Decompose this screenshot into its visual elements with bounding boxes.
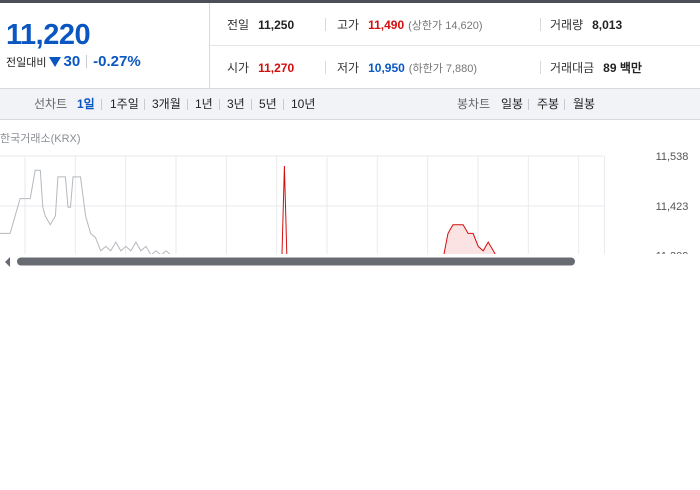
tab-1-day[interactable]: 1일 <box>77 89 95 119</box>
open-label: 시가 <box>227 61 250 75</box>
low-price: 저가 10,950 (하한가 7,880) <box>337 46 477 89</box>
divider <box>540 18 541 31</box>
y-tick-label: 11,423 <box>656 201 689 213</box>
volume-label: 거래량 <box>550 18 584 32</box>
divider <box>564 99 565 110</box>
candle-chart-label: 봉차트 <box>457 97 491 111</box>
volume-value: 8,013 <box>592 17 623 32</box>
open-value: 11,270 <box>258 60 295 75</box>
divider <box>144 99 145 110</box>
high-value: 11,490 <box>368 17 405 32</box>
tab-1-week[interactable]: 1주일 <box>110 89 139 119</box>
price-series-line <box>281 165 288 254</box>
amount-label: 거래대금 <box>550 61 595 75</box>
amount-value: 89 백만 <box>603 61 642 75</box>
tab-monthly-candle[interactable]: 월봉 <box>573 89 595 119</box>
divider <box>86 55 88 68</box>
high-price: 고가 11,490 (상한가 14,620) <box>337 3 483 46</box>
change-label: 전일대비 <box>6 56 47 69</box>
change-line: 전일대비 30 -0.27% <box>6 53 141 70</box>
upper-limit: (상한가 14,620) <box>408 19 483 32</box>
prev-close: 전일 11,250 <box>227 3 294 46</box>
change-rate: -0.27% <box>93 53 141 70</box>
line-chart-label: 선차트 <box>34 97 68 111</box>
tab-3-months[interactable]: 3개월 <box>152 89 181 119</box>
tab-10-years[interactable]: 10년 <box>291 89 315 119</box>
tab-5-years[interactable]: 5년 <box>259 89 277 119</box>
divider <box>187 99 188 110</box>
down-arrow-icon <box>49 56 62 67</box>
divider <box>540 61 541 74</box>
divider <box>219 99 220 110</box>
quote-panel: 11,220 전일대비 30 -0.27% 전일 11,250 고가 11,49… <box>0 3 700 89</box>
quote-details: 전일 11,250 고가 11,490 (상한가 14,620) 거래량 8,0… <box>210 3 700 89</box>
tab-weekly-candle[interactable]: 주봉 <box>537 89 559 119</box>
divider <box>101 99 102 110</box>
low-label: 저가 <box>337 61 360 75</box>
tab-1-year[interactable]: 1년 <box>195 89 213 119</box>
prev-close-label: 전일 <box>227 18 250 32</box>
prev-close-value: 11,250 <box>258 17 295 32</box>
quote-row-2: 시가 11,270 저가 10,950 (하한가 7,880) 거래대금 89 … <box>210 46 700 89</box>
price-summary: 11,220 전일대비 30 -0.27% <box>0 3 210 89</box>
chart-tabs: 선차트 1일 1주일 3개월 1년 3년 5년 10년 봉차트 일봉 주봉 월봉 <box>0 89 700 120</box>
divider <box>251 99 252 110</box>
chart-grid <box>0 155 605 257</box>
lower-limit: (하한가 7,880) <box>408 62 478 75</box>
tab-3-years[interactable]: 3년 <box>227 89 245 119</box>
volume: 거래량 8,013 <box>550 3 622 46</box>
divider <box>283 99 284 110</box>
divider <box>528 99 529 110</box>
scrollbar-thumb[interactable] <box>17 257 575 266</box>
change-value: 30 <box>63 53 81 70</box>
y-axis-ticks: 11,53811,42311,309 <box>656 151 689 263</box>
price-series-line <box>0 169 171 254</box>
open-price: 시가 11,270 <box>227 46 294 89</box>
divider <box>325 61 326 74</box>
low-value: 10,950 <box>368 60 405 75</box>
tab-daily-candle[interactable]: 일봉 <box>501 89 523 119</box>
y-tick-label: 11,538 <box>656 151 689 163</box>
high-label: 고가 <box>337 18 360 32</box>
price-chart: 11,53811,42311,309 <box>0 151 700 270</box>
trade-amount: 거래대금 89 백만 <box>550 46 642 89</box>
quote-row-1: 전일 11,250 고가 11,490 (상한가 14,620) 거래량 8,0… <box>210 3 700 46</box>
current-price: 11,220 <box>6 19 91 51</box>
divider <box>325 18 326 31</box>
